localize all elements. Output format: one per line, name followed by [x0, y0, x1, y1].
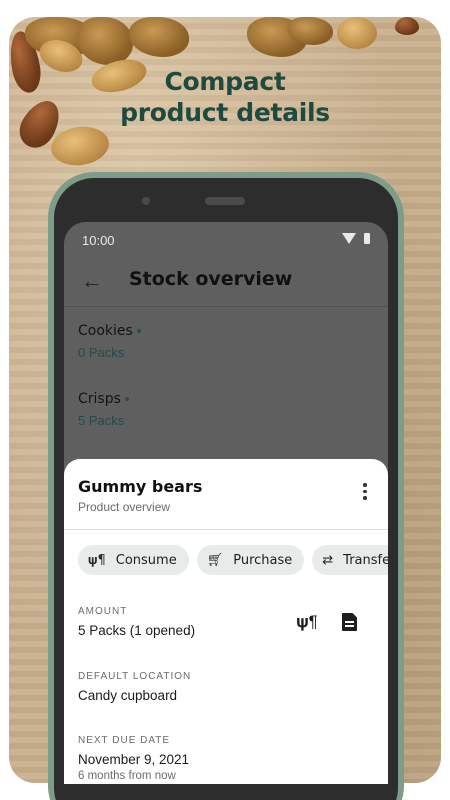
- promo-headline-line1: Compact: [164, 67, 286, 96]
- nut-cluster-decoration: [129, 17, 189, 57]
- document-edit-icon[interactable]: [342, 611, 364, 633]
- fork-knife-icon[interactable]: 𝛙¶: [296, 611, 318, 633]
- almond-decoration: [395, 17, 419, 35]
- promo-headline: Compact product details: [0, 66, 450, 128]
- sheet-divider: [64, 529, 388, 530]
- cashew-decoration: [337, 17, 377, 49]
- purchase-button[interactable]: 🛒︎ Purchase: [196, 545, 305, 575]
- due-date-relative: 6 months from now: [78, 770, 176, 782]
- fork-knife-icon: 𝛙¶: [88, 552, 106, 568]
- battery-icon: [364, 233, 370, 244]
- more-vert-icon[interactable]: [362, 483, 368, 500]
- sheet-title: Gummy bears: [78, 477, 203, 496]
- amount-actions: 𝛙¶: [296, 611, 364, 633]
- product-amount: 5 Packs: [78, 413, 125, 428]
- front-camera: [142, 197, 150, 205]
- status-icons: [342, 233, 370, 244]
- page-title: Stock overview: [129, 268, 293, 290]
- consume-label: Consume: [115, 552, 177, 568]
- cart-icon: 🛒︎: [206, 552, 224, 568]
- arrow-left-icon[interactable]: ←: [77, 266, 107, 296]
- transfer-button[interactable]: ⇄ Transfer: [312, 545, 388, 575]
- amount-value: 5 Packs (1 opened): [78, 623, 196, 638]
- location-field: DEFAULT LOCATION Candy cupboard: [78, 671, 191, 703]
- list-item[interactable]: Cookies 0 Packs: [78, 323, 141, 360]
- wifi-icon: [342, 233, 356, 244]
- location-label: DEFAULT LOCATION: [78, 671, 192, 682]
- swap-arrows-icon: ⇄: [322, 552, 334, 568]
- status-dot: [124, 397, 129, 401]
- phone-speaker: [205, 197, 245, 205]
- phone-screen: 10:00 ← Stock overview Cookies 0 Packs C…: [64, 222, 388, 784]
- action-chips: 𝛙¶ Consume 🛒︎ Purchase ⇄ Transfer: [78, 545, 388, 575]
- amount-field: AMOUNT 5 Packs (1 opened): [78, 606, 195, 638]
- promo-headline-line2: product details: [120, 98, 330, 127]
- product-bottom-sheet: Gummy bears Product overview 𝛙¶ Consume …: [64, 459, 388, 784]
- product-name: Cookies: [78, 323, 133, 339]
- transfer-label: Transfer: [343, 552, 388, 568]
- due-date-value: November 9, 2021: [78, 752, 190, 767]
- app-bar: ← Stock overview: [64, 257, 388, 307]
- consume-button[interactable]: 𝛙¶ Consume: [78, 545, 189, 575]
- location-value: Candy cupboard: [78, 688, 178, 703]
- product-amount: 0 Packs: [78, 345, 125, 360]
- sheet-subtitle: Product overview: [78, 500, 171, 514]
- purchase-label: Purchase: [233, 552, 293, 568]
- due-date-label: NEXT DUE DATE: [78, 735, 171, 746]
- due-date-field: NEXT DUE DATE November 9, 2021 6 months …: [78, 735, 189, 782]
- amount-label: AMOUNT: [78, 606, 128, 617]
- list-item[interactable]: Crisps 5 Packs: [78, 391, 129, 428]
- status-dot: [136, 329, 141, 333]
- product-name: Crisps: [78, 391, 121, 407]
- cashew-decoration: [48, 123, 112, 169]
- nut-cluster-decoration: [77, 17, 133, 65]
- status-time: 10:00: [82, 233, 115, 248]
- app-bar-divider: [64, 306, 388, 307]
